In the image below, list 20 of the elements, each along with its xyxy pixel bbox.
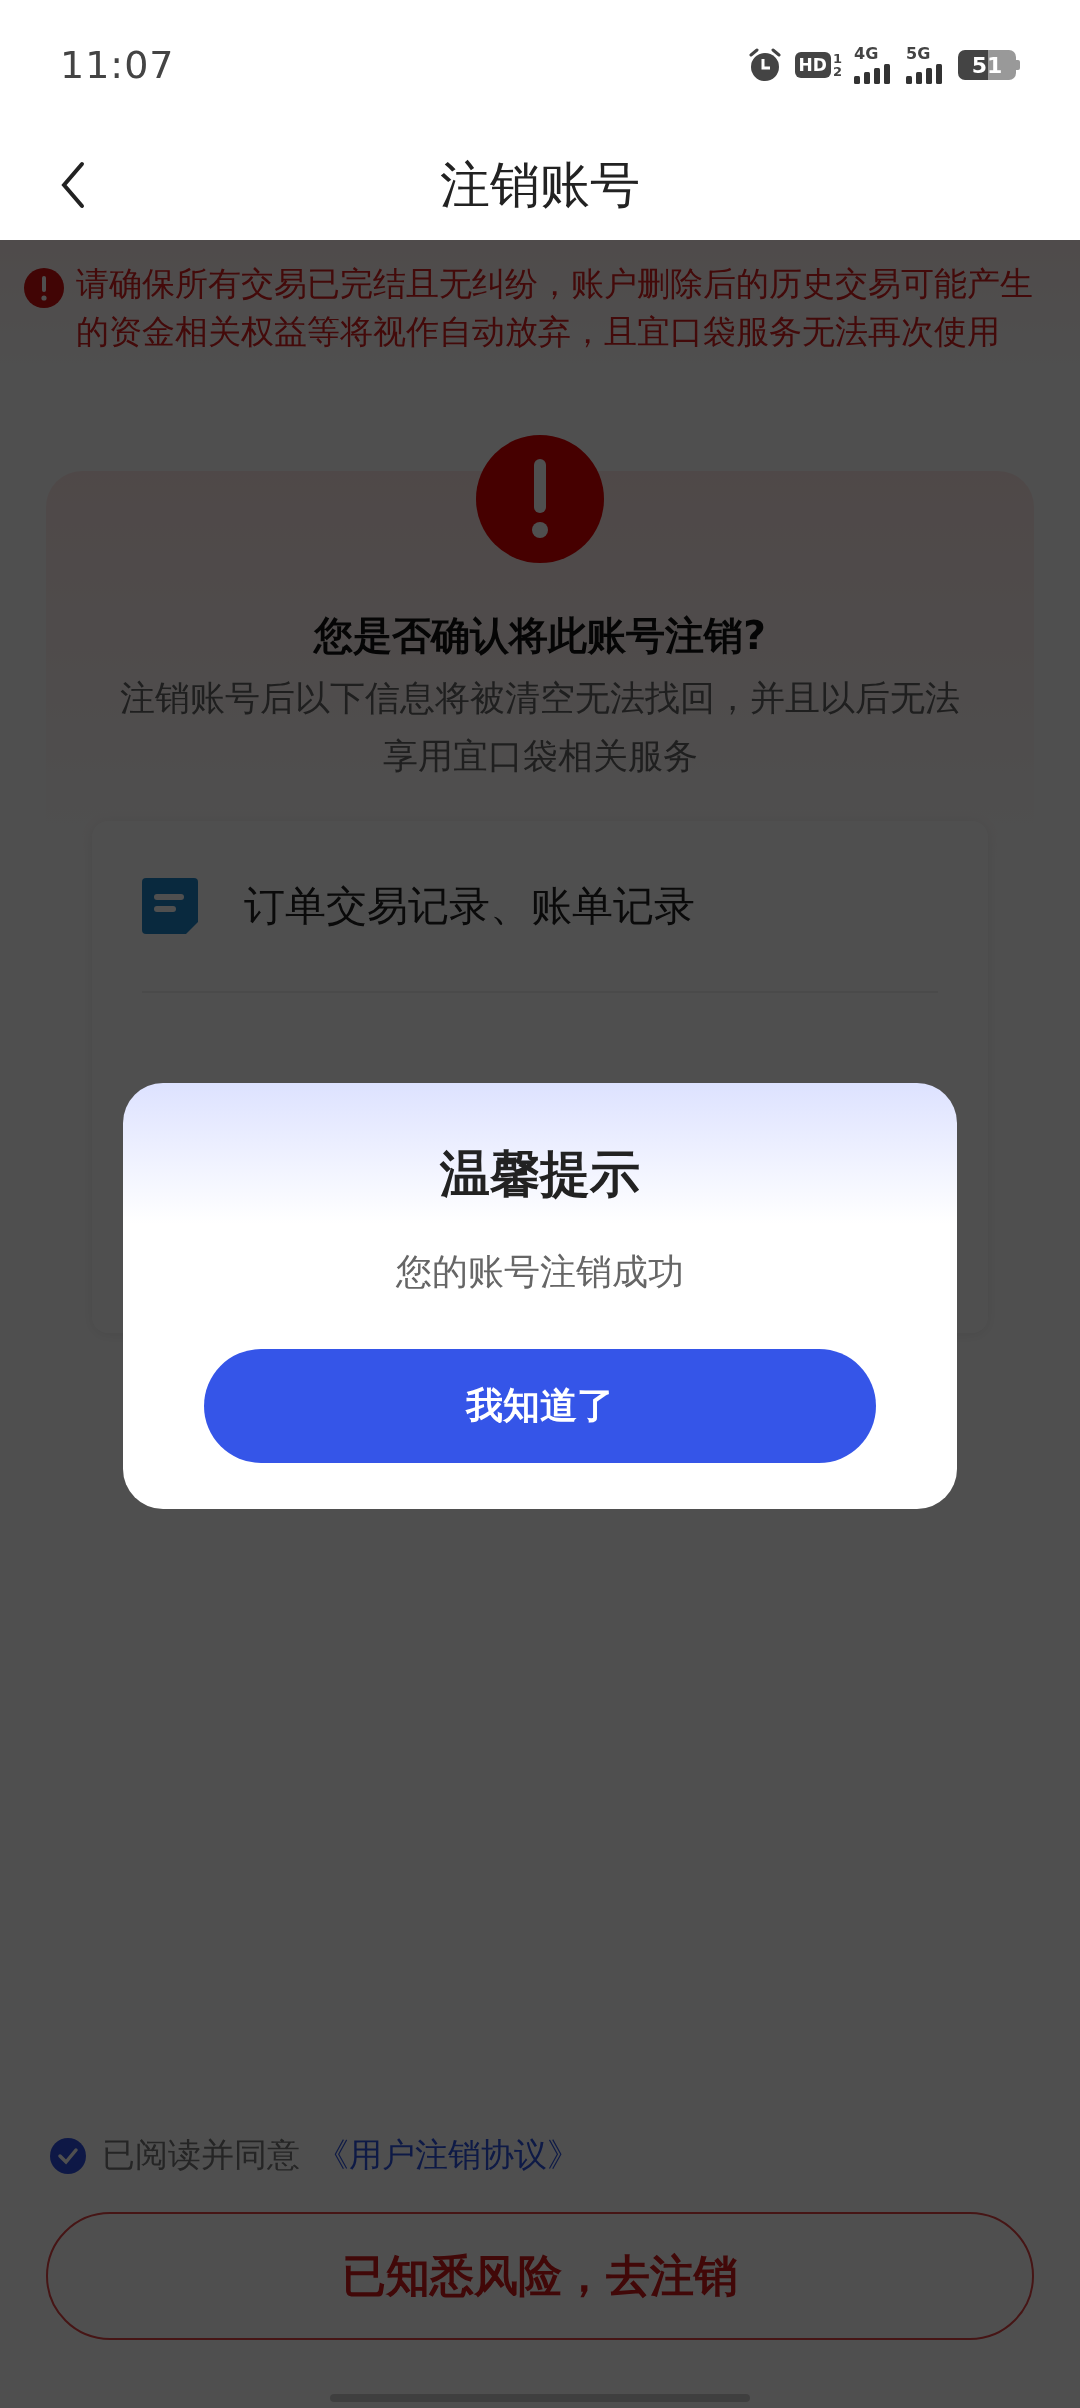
- confirm-cancel-button[interactable]: 已知悉风险，去注销: [46, 2212, 1034, 2340]
- confirm-title: 您是否确认将此账号注销?: [314, 612, 766, 660]
- sim-number: 1: [832, 52, 842, 65]
- page-title: 注销账号: [440, 154, 640, 216]
- sim-number: 2: [832, 65, 842, 78]
- hd-badge: HD: [794, 52, 831, 78]
- network-label: 5G: [906, 46, 931, 62]
- warning-icon: [476, 435, 604, 563]
- network-label: 4G: [854, 46, 879, 62]
- acknowledge-button[interactable]: 我知道了: [204, 1349, 876, 1463]
- record-item: 订单交易记录、账单记录: [244, 880, 695, 932]
- warning-text: 请确保所有交易已完结且无纠纷，账户删除后的历史交易可能产生的资金相关权益等将视作自动放弃，且宜口袋服务无法再次使用: [76, 263, 1034, 353]
- battery-indicator: 51: [958, 50, 1016, 80]
- checkbox[interactable]: [50, 2137, 86, 2174]
- warning-icon: [24, 268, 64, 308]
- document-icon: [142, 878, 198, 934]
- dialog-title: 温馨提示: [440, 1144, 640, 1205]
- agreement-link[interactable]: 《用户注销协议》: [316, 2133, 580, 2178]
- dialog-message: 您的账号注销成功: [396, 1250, 684, 1294]
- status-time: 11:07: [60, 43, 175, 87]
